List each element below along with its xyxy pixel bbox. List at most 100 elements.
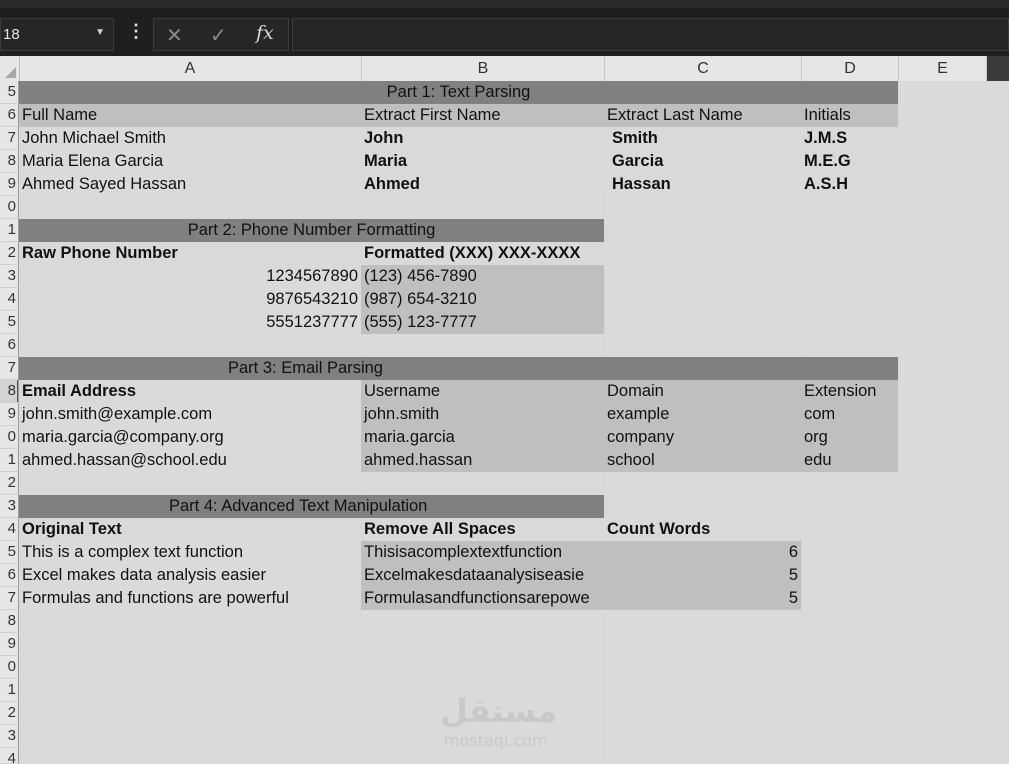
part2-header-formatted[interactable]: Formatted (XXX) XXX-XXXX <box>361 242 604 265</box>
part1-header-full-name[interactable]: Full Name <box>19 104 361 127</box>
row-header[interactable]: 0 <box>0 426 19 449</box>
raw-phone-cell[interactable]: 9876543210 <box>19 288 361 311</box>
row-header[interactable]: 2 <box>0 702 19 725</box>
row-header[interactable]: 7 <box>0 127 19 150</box>
full-name-cell[interactable]: Ahmed Sayed Hassan <box>19 173 361 196</box>
row-header[interactable]: 7 <box>0 357 19 380</box>
formatted-phone-cell[interactable]: (555) 123-7777 <box>361 311 604 334</box>
column-header-d[interactable]: D <box>802 56 899 81</box>
extension-cell[interactable]: com <box>801 403 898 426</box>
row-header[interactable]: 0 <box>0 196 19 219</box>
row-header[interactable]: 0 <box>0 656 19 679</box>
row-header[interactable]: 6 <box>0 334 19 357</box>
column-header-b[interactable]: B <box>362 56 605 81</box>
part3-header-domain[interactable]: Domain <box>604 380 801 403</box>
row-header[interactable]: 3 <box>0 265 19 288</box>
row-header[interactable]: 2 <box>0 242 19 265</box>
part2-title[interactable]: Part 2: Phone Number Formatting <box>19 219 604 242</box>
last-name-cell[interactable]: Smith <box>604 127 801 150</box>
part1-title[interactable]: Part 1: Text Parsing <box>19 81 898 104</box>
row-header[interactable]: 5 <box>0 311 19 334</box>
username-cell[interactable]: maria.garcia <box>361 426 604 449</box>
initials-cell[interactable]: J.M.S <box>801 127 898 150</box>
formatted-phone-cell[interactable]: (123) 456-7890 <box>361 265 604 288</box>
row-header[interactable]: 8 <box>0 610 19 633</box>
row-header[interactable]: 9 <box>0 173 19 196</box>
word-count-cell[interactable]: 5 <box>604 564 801 587</box>
part4-header-count-words[interactable]: Count Words <box>604 518 801 541</box>
username-cell[interactable]: ahmed.hassan <box>361 449 604 472</box>
row-header[interactable]: 6 <box>0 104 19 127</box>
raw-phone-cell[interactable]: 5551237777 <box>19 311 361 334</box>
part3-header-username[interactable]: Username <box>361 380 604 403</box>
part1-header-first-name[interactable]: Extract First Name <box>361 104 604 127</box>
row-header[interactable]: 5 <box>0 81 19 104</box>
row-header[interactable]: 5 <box>0 541 19 564</box>
chevron-down-icon[interactable]: ▼ <box>95 27 105 38</box>
part4-header-original[interactable]: Original Text <box>19 518 361 541</box>
raw-phone-cell[interactable]: 1234567890 <box>19 265 361 288</box>
row-header[interactable]: 7 <box>0 587 19 610</box>
select-all-corner[interactable] <box>0 56 20 81</box>
insert-function-icon[interactable]: fx <box>256 22 274 44</box>
no-spaces-cell[interactable]: Excelmakesdataanalysiseasie <box>361 564 604 587</box>
row-header[interactable]: 3 <box>0 495 19 518</box>
full-name-cell[interactable]: John Michael Smith <box>19 127 361 150</box>
email-cell[interactable]: ahmed.hassan@school.edu <box>19 449 361 472</box>
part3-title[interactable]: Part 3: Email Parsing <box>19 357 898 380</box>
domain-cell[interactable]: example <box>604 403 801 426</box>
row-header[interactable]: 9 <box>0 633 19 656</box>
domain-cell[interactable]: company <box>604 426 801 449</box>
row-header[interactable]: 6 <box>0 564 19 587</box>
username-cell[interactable]: john.smith <box>361 403 604 426</box>
row-header[interactable]: 8 <box>0 150 19 173</box>
formula-input[interactable] <box>292 18 1009 51</box>
row-header[interactable]: 9 <box>0 403 19 426</box>
row-header[interactable]: 2 <box>0 472 19 495</box>
check-icon[interactable]: ✓ <box>210 23 227 48</box>
row-header[interactable]: 3 <box>0 725 19 748</box>
original-text-cell[interactable]: This is a complex text function <box>19 541 361 564</box>
cell-grid[interactable]: Part 1: Text Parsing Full Name Extract F… <box>19 81 1009 764</box>
row-header[interactable]: 1 <box>0 219 19 242</box>
initials-cell[interactable]: A.S.H <box>801 173 898 196</box>
first-name-cell[interactable]: Maria <box>361 150 604 173</box>
column-header-e[interactable]: E <box>899 56 987 81</box>
cancel-icon[interactable]: ✕ <box>166 23 183 48</box>
row-header-selected[interactable]: 8 <box>0 380 19 403</box>
part4-title[interactable]: Part 4: Advanced Text Manipulation <box>19 495 604 518</box>
row-header[interactable]: 4 <box>0 518 19 541</box>
row-header[interactable]: 4 <box>0 288 19 311</box>
part2-header-raw[interactable]: Raw Phone Number <box>19 242 361 265</box>
more-options-icon[interactable]: ⋮ <box>127 22 145 40</box>
original-text-cell[interactable]: Formulas and functions are powerful <box>19 587 361 610</box>
no-spaces-cell[interactable]: Thisisacomplextextfunction <box>361 541 604 564</box>
last-name-cell[interactable]: Garcia <box>604 150 801 173</box>
part3-header-extension[interactable]: Extension <box>801 380 898 403</box>
first-name-cell[interactable]: Ahmed <box>361 173 604 196</box>
email-cell[interactable]: maria.garcia@company.org <box>19 426 361 449</box>
name-box[interactable]: 18 ▼ <box>0 18 114 51</box>
domain-cell[interactable]: school <box>604 449 801 472</box>
part3-header-email[interactable]: Email Address <box>19 380 361 403</box>
row-header[interactable]: 4 <box>0 748 19 764</box>
column-header-a[interactable]: A <box>19 56 362 81</box>
full-name-cell[interactable]: Maria Elena Garcia <box>19 150 361 173</box>
part4-header-remove-spaces[interactable]: Remove All Spaces <box>361 518 604 541</box>
formatted-phone-cell[interactable]: (987) 654-3210 <box>361 288 604 311</box>
row-header[interactable]: 1 <box>0 449 19 472</box>
part1-header-last-name[interactable]: Extract Last Name <box>604 104 801 127</box>
word-count-cell[interactable]: 5 <box>604 587 801 610</box>
word-count-cell[interactable]: 6 <box>604 541 801 564</box>
last-name-cell[interactable]: Hassan <box>604 173 801 196</box>
first-name-cell[interactable]: John <box>361 127 604 150</box>
original-text-cell[interactable]: Excel makes data analysis easier <box>19 564 361 587</box>
extension-cell[interactable]: org <box>801 426 898 449</box>
email-cell[interactable]: john.smith@example.com <box>19 403 361 426</box>
initials-cell[interactable]: M.E.G <box>801 150 898 173</box>
column-header-c[interactable]: C <box>605 56 802 81</box>
part1-header-initials[interactable]: Initials <box>801 104 898 127</box>
row-header[interactable]: 1 <box>0 679 19 702</box>
no-spaces-cell[interactable]: Formulasandfunctionsarepowe <box>361 587 604 610</box>
extension-cell[interactable]: edu <box>801 449 898 472</box>
